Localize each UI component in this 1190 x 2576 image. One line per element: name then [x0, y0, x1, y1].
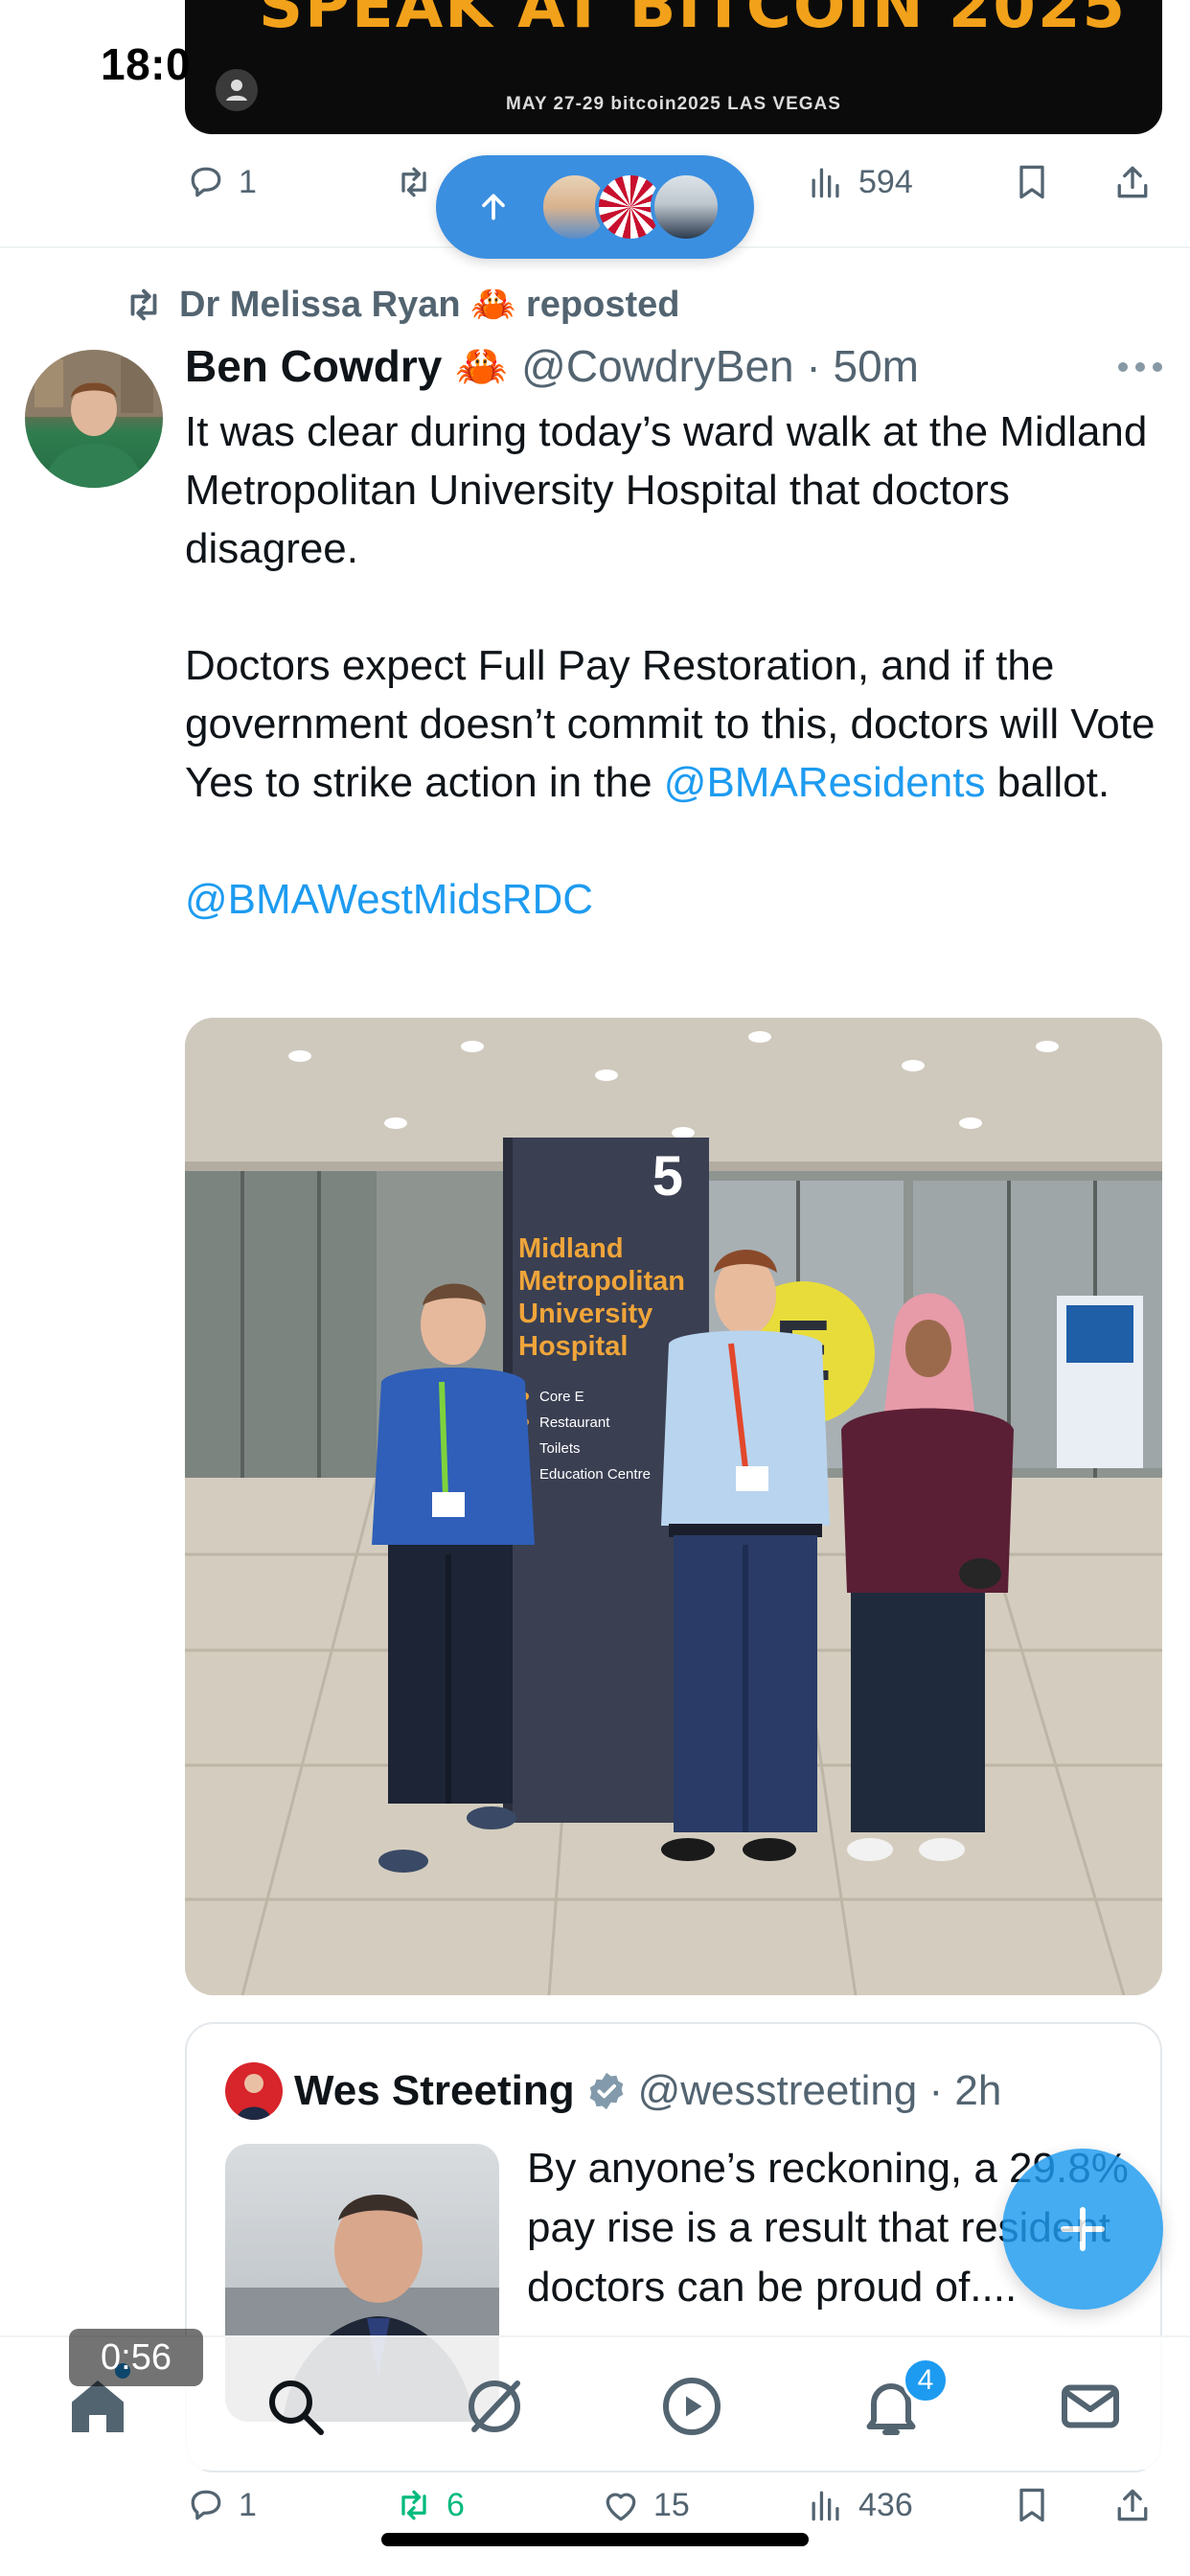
- post-photo[interactable]: E 5 Midland Metropolitan University Hosp…: [185, 1018, 1162, 1995]
- share-icon: [1117, 166, 1148, 198]
- home-indicator: [381, 2533, 809, 2546]
- post-paragraph-2: Doctors expect Full Pay Restoration, and…: [185, 636, 1162, 812]
- sign-item: Restaurant: [539, 1414, 610, 1431]
- sign-item: Toilets: [539, 1440, 581, 1457]
- views-icon: [812, 168, 839, 198]
- views-button[interactable]: 594: [805, 161, 913, 203]
- quoted-author-avatar[interactable]: [225, 2062, 283, 2120]
- compose-post-button[interactable]: [1002, 2149, 1163, 2310]
- post-paragraph-2-end: ballot.: [985, 759, 1110, 806]
- play-icon: [663, 2378, 721, 2435]
- sign-number: 5: [652, 1145, 683, 1208]
- status-bar-time: 18:0: [101, 39, 192, 89]
- author-name[interactable]: Ben Cowdry: [185, 340, 442, 392]
- author-avatar[interactable]: [25, 350, 163, 488]
- sign-line-2: Metropolitan: [518, 1266, 685, 1297]
- sign-line-1: Midland: [518, 1233, 624, 1264]
- mention-link-bmawestmidsrdc[interactable]: @BMAWestMidsRDC: [185, 876, 593, 923]
- repost-icon: [401, 2490, 426, 2520]
- bookmark-icon: [1019, 165, 1044, 199]
- ad-media[interactable]: SPEAK AT BITCOIN 2025 MAY 27-29 bitcoin2…: [185, 0, 1162, 134]
- reply-count: 1: [239, 163, 257, 200]
- reply-button[interactable]: 1: [185, 2484, 257, 2526]
- quoted-author-handle-time[interactable]: @wesstreeting · 2h: [638, 2067, 1002, 2115]
- views-icon: [812, 2491, 839, 2521]
- bookmark-button[interactable]: [1011, 161, 1053, 203]
- like-button[interactable]: 15: [600, 2484, 690, 2526]
- person-icon[interactable]: [216, 69, 258, 111]
- sign-item: Education Centre: [539, 1466, 651, 1483]
- mention-link-bmaresidents[interactable]: @BMAResidents: [664, 759, 986, 806]
- share-button[interactable]: [1111, 161, 1154, 203]
- new-posts-pill[interactable]: [436, 155, 754, 259]
- author-line: Ben Cowdry 🦀 @CowdryBen · 50m: [185, 340, 919, 392]
- post-paragraph-1: It was clear during today’s ward walk at…: [185, 408, 1148, 572]
- repost-icon: [401, 167, 426, 197]
- new-post-avatar: [651, 172, 721, 242]
- post-text: It was clear during today’s ward walk at…: [185, 402, 1162, 929]
- repost-button[interactable]: [393, 161, 435, 203]
- verified-badge-icon: [589, 2072, 623, 2110]
- grok-icon: [469, 2380, 520, 2432]
- share-icon: [1117, 2489, 1148, 2521]
- bookmark-icon: [1019, 2488, 1044, 2522]
- views-count: 436: [858, 2486, 913, 2523]
- arrow-up-icon: [482, 194, 505, 220]
- share-button[interactable]: [1111, 2484, 1154, 2526]
- repost-by-text: Dr Melissa Ryan 🦀 reposted: [179, 285, 680, 325]
- nav-messages[interactable]: [1056, 2372, 1125, 2441]
- more-options-icon[interactable]: [1111, 353, 1169, 381]
- views-count: 594: [858, 163, 913, 200]
- repost-icon: [130, 288, 157, 321]
- reply-icon: [191, 2490, 221, 2520]
- bookmark-button[interactable]: [1011, 2484, 1053, 2526]
- like-count: 15: [653, 2486, 690, 2523]
- sign-line-3: University: [518, 1299, 652, 1329]
- nav-search[interactable]: [261, 2372, 330, 2441]
- views-button[interactable]: 436: [805, 2484, 913, 2526]
- search-icon: [269, 2380, 324, 2435]
- author-handle-time[interactable]: @CowdryBen · 50m: [521, 340, 919, 392]
- repost-button[interactable]: 6: [393, 2484, 465, 2526]
- video-duration: 0:56: [69, 2329, 203, 2386]
- quoted-author-name[interactable]: Wes Streeting: [294, 2067, 575, 2115]
- reply-count: 1: [239, 2486, 257, 2523]
- ad-banner-text: SPEAK AT BITCOIN 2025: [258, 0, 1128, 42]
- reply-icon: [191, 167, 221, 197]
- repost-count: 6: [446, 2486, 465, 2523]
- sign-item: Core E: [539, 1389, 584, 1405]
- plus-icon: [1061, 2207, 1105, 2251]
- quoted-post-header: Wes Streeting @wesstreeting · 2h: [225, 2062, 1001, 2120]
- repost-indicator[interactable]: Dr Melissa Ryan 🦀 reposted: [122, 283, 679, 327]
- sign-line-4: Hospital: [518, 1331, 628, 1362]
- nav-video[interactable]: [657, 2372, 726, 2441]
- author-emoji: 🦀: [455, 343, 509, 390]
- ad-sub-text: MAY 27-29 bitcoin2025 LAS VEGAS: [506, 94, 841, 114]
- heart-icon: [606, 2493, 636, 2521]
- mail-icon: [1062, 2384, 1119, 2428]
- notification-badge: 4: [903, 2358, 949, 2404]
- reply-button[interactable]: 1: [185, 161, 257, 203]
- nav-grok[interactable]: [460, 2372, 529, 2441]
